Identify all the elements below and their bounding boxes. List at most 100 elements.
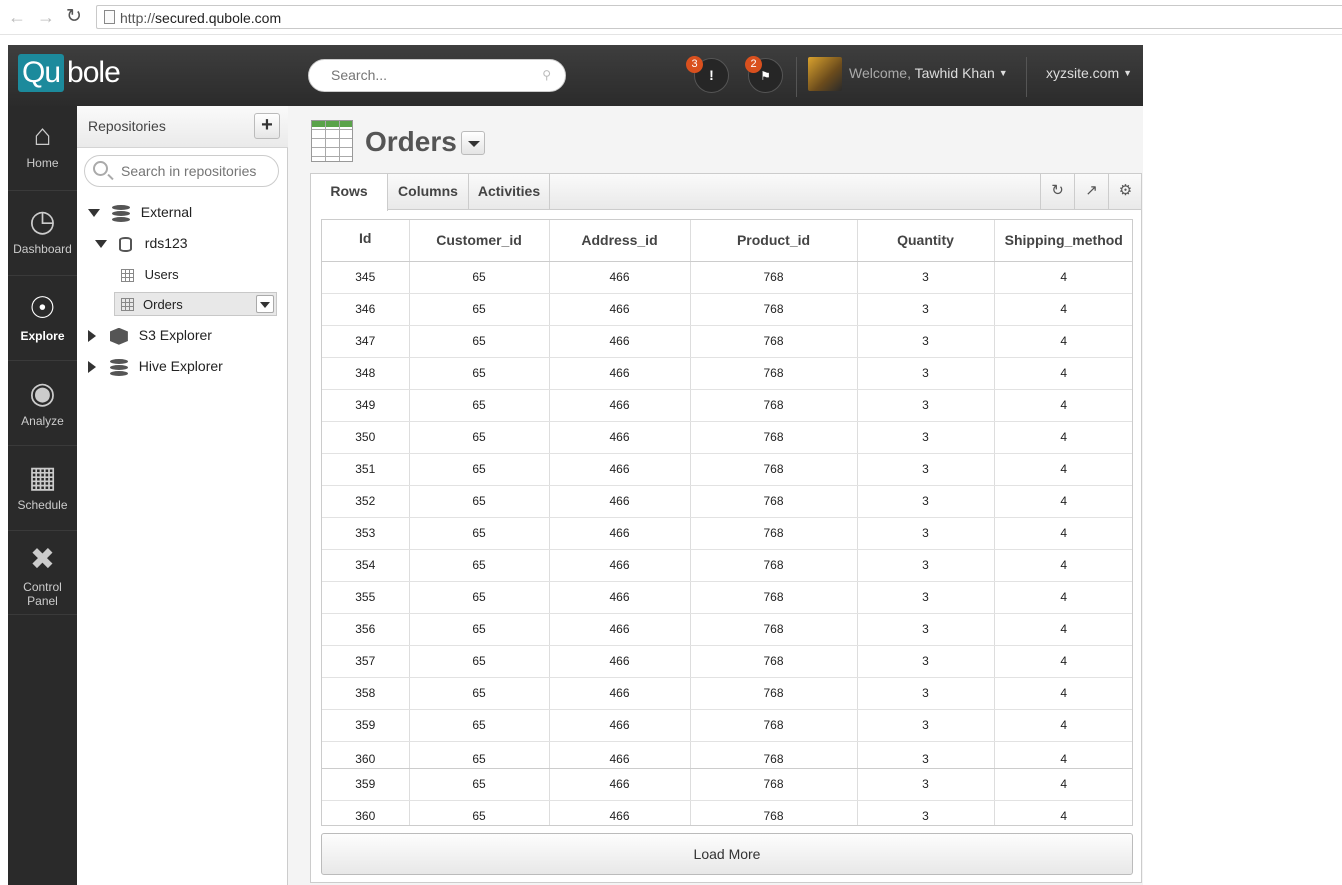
nav-dashboard[interactable]: ◷ Dashboard [8, 206, 77, 257]
qubole-logo[interactable]: Qu bole [18, 53, 121, 93]
table-cell: 65 [409, 421, 550, 454]
flag-icon: ⚑ [760, 69, 771, 83]
column-header-customer-id[interactable]: Customer_id [409, 220, 550, 262]
table-row[interactable]: 359 65 466 768 3 4 [322, 768, 1132, 801]
table-cell: 359 [322, 709, 410, 742]
column-header-quantity[interactable]: Quantity [857, 220, 995, 262]
cube-icon [109, 327, 128, 345]
table-cell: 768 [690, 581, 858, 614]
table-row[interactable]: 349 65 466 768 3 4 [322, 389, 1132, 422]
table-cell: 4 [994, 709, 1132, 742]
nav-home[interactable]: ⌂ Home [8, 120, 77, 171]
external-link-icon[interactable]: ↗ [1074, 174, 1108, 210]
expand-arrow-icon[interactable] [95, 240, 107, 249]
repository-search-input[interactable] [121, 163, 271, 179]
nav-explore[interactable]: ☉ Explore [8, 293, 77, 344]
table-row[interactable]: 346 65 466 768 3 4 [322, 293, 1132, 326]
table-cell: 360 [322, 800, 410, 825]
table-cell: 4 [994, 261, 1132, 294]
tab-activities[interactable]: Activities [469, 174, 550, 210]
repositories-title: Repositories [88, 118, 166, 134]
table-row[interactable]: 357 65 466 768 3 4 [322, 645, 1132, 678]
table-cell: 3 [857, 549, 995, 582]
nav-control-panel[interactable]: ✖ Control Panel [8, 543, 77, 609]
table-row[interactable]: 360 65 466 768 3 4 [322, 741, 1132, 769]
tab-rows[interactable]: Rows [311, 174, 388, 211]
table-cell: 466 [549, 389, 691, 422]
title-dropdown-button[interactable] [461, 131, 485, 155]
tree-label: External [140, 204, 193, 220]
collapse-arrow-icon[interactable] [88, 361, 96, 374]
table-row[interactable]: 347 65 466 768 3 4 [322, 325, 1132, 358]
tree-item-rds123[interactable]: rds123 [95, 235, 188, 259]
rows-table: Id Customer_id Address_id Product_id Quantit… [322, 220, 1132, 825]
table-row[interactable]: 354 65 466 768 3 4 [322, 549, 1132, 582]
reload-icon[interactable]: ↻ [64, 5, 84, 28]
tree-label: rds123 [144, 235, 188, 251]
orders-dropdown-button[interactable] [256, 295, 274, 313]
global-search-input[interactable] [331, 67, 531, 83]
column-header-address-id[interactable]: Address_id [549, 220, 691, 262]
table-row[interactable]: 351 65 466 768 3 4 [322, 453, 1132, 486]
global-search[interactable]: ⚲ [308, 59, 566, 92]
collapse-arrow-icon[interactable] [88, 330, 96, 343]
table-row[interactable]: 352 65 466 768 3 4 [322, 485, 1132, 518]
expand-arrow-icon[interactable] [88, 209, 100, 218]
address-bar[interactable]: http://secured.qubole.com [96, 5, 1342, 29]
database-cylinder-icon [118, 236, 132, 252]
table-row[interactable]: 355 65 466 768 3 4 [322, 581, 1132, 614]
table-row[interactable]: 358 65 466 768 3 4 [322, 677, 1132, 710]
site-menu[interactable]: xyzsite.com ▼ [1046, 65, 1132, 81]
table-row[interactable]: 348 65 466 768 3 4 [322, 357, 1132, 390]
site-name: xyzsite.com [1046, 65, 1120, 81]
main-content: Orders Rows Columns Activities ↻ ↗ ⚙ Id [288, 106, 1143, 885]
table-row[interactable]: 359 65 466 768 3 4 [322, 709, 1132, 742]
avatar[interactable] [808, 57, 842, 91]
top-bar: Qu bole ⚲ ! 3 ⚑ 2 Welcome, Tawhid Khan▼ … [8, 45, 1143, 106]
tree-item-users[interactable]: Users [121, 267, 179, 291]
tab-columns[interactable]: Columns [388, 174, 469, 210]
table-cell: 4 [994, 357, 1132, 390]
nav-schedule[interactable]: ▦ Schedule [8, 461, 77, 513]
column-header-id[interactable]: Id [322, 220, 410, 262]
calendar-clock-icon: ▦ [28, 461, 57, 494]
table-cell: 768 [690, 709, 858, 742]
table-cell: 3 [857, 421, 995, 454]
nav-separator [8, 360, 77, 361]
table-cell: 768 [690, 549, 858, 582]
table-cell: 768 [690, 677, 858, 710]
tab-bar: Rows Columns Activities ↻ ↗ ⚙ [311, 174, 1142, 211]
table-cell: 65 [409, 261, 550, 294]
table-row[interactable]: 353 65 466 768 3 4 [322, 517, 1132, 550]
column-header-shipping-method[interactable]: Shipping_method [994, 220, 1132, 262]
tools-icon: ✖ [29, 543, 56, 576]
table-cell: 65 [409, 517, 550, 550]
tree-item-s3-explorer[interactable]: S3 Explorer [88, 327, 212, 351]
table-cell: 3 [857, 357, 995, 390]
tree-item-external[interactable]: External [88, 204, 192, 228]
load-more-button[interactable]: Load More [321, 833, 1133, 875]
repository-search[interactable] [84, 155, 279, 187]
table-row[interactable]: 356 65 466 768 3 4 [322, 613, 1132, 646]
add-repository-button[interactable]: + [254, 113, 280, 139]
search-icon[interactable]: ⚲ [542, 68, 551, 82]
table-row[interactable]: 350 65 466 768 3 4 [322, 421, 1132, 454]
forward-arrow-icon[interactable]: → [36, 7, 56, 28]
table-cell: 352 [322, 485, 410, 518]
gear-icon[interactable]: ⚙ [1108, 174, 1142, 210]
tree-item-orders[interactable]: Orders [114, 292, 277, 316]
user-menu[interactable]: Welcome, Tawhid Khan ▼ [849, 65, 1008, 81]
table-row[interactable]: 360 65 466 768 3 4 [322, 800, 1132, 825]
nav-analyze[interactable]: ◉ Analyze [8, 378, 77, 429]
tree-item-hive-explorer[interactable]: Hive Explorer [88, 358, 223, 382]
repositories-header: Repositories + [77, 106, 288, 148]
table-cell: 768 [690, 325, 858, 358]
table-cell: 347 [322, 325, 410, 358]
table-cell: 354 [322, 549, 410, 582]
table-row[interactable]: 345 65 466 768 3 4 [322, 261, 1132, 294]
refresh-icon[interactable]: ↻ [1040, 174, 1074, 210]
column-header-product-id[interactable]: Product_id [690, 220, 858, 262]
rows-table-container[interactable]: Id Customer_id Address_id Product_id Quantit… [321, 219, 1133, 826]
back-arrow-icon[interactable]: ← [7, 7, 27, 28]
table-cell: 768 [690, 357, 858, 390]
